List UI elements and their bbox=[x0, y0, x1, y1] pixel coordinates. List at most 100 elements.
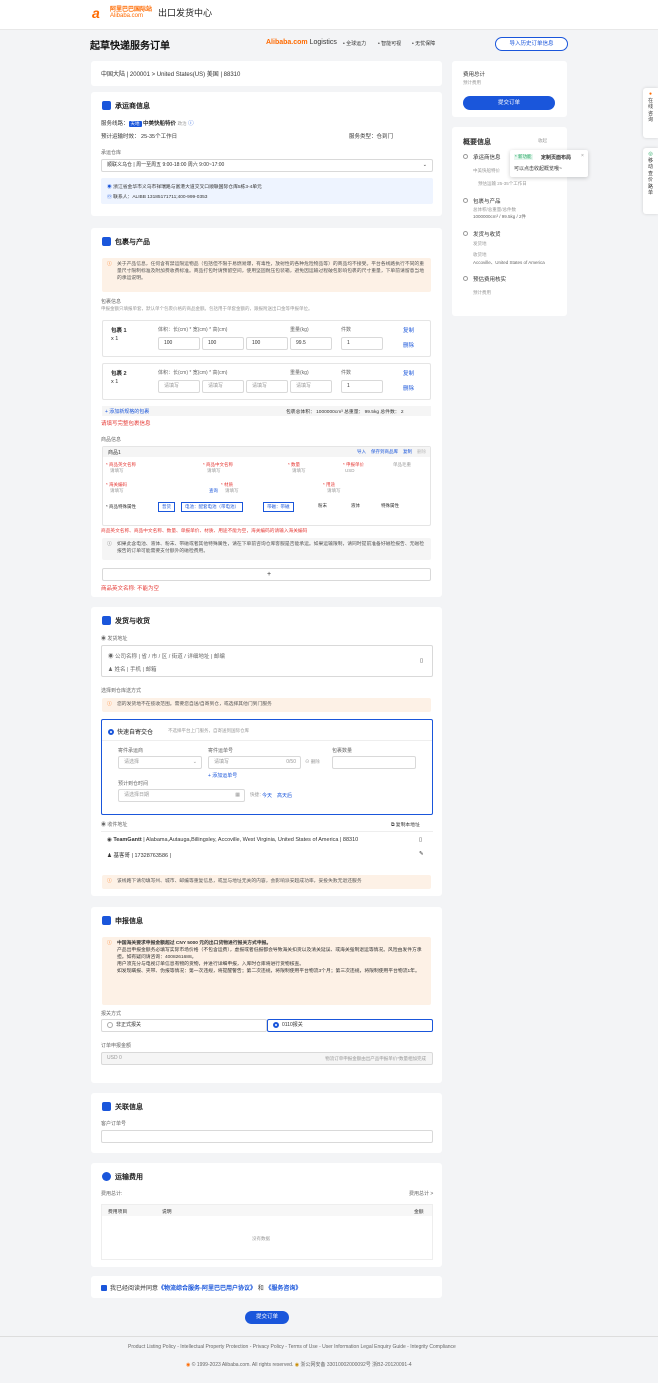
close-icon[interactable]: × bbox=[581, 153, 584, 159]
alibaba-logo[interactable]: a 阿里巴巴国际站 Alibaba.com 出口发货中心 bbox=[92, 6, 212, 20]
attr-powder[interactable]: 粉末 bbox=[315, 502, 330, 510]
address-book-icon[interactable]: ▯ bbox=[420, 658, 423, 664]
copy-package-button[interactable]: 复制 bbox=[403, 369, 414, 377]
attr-battery[interactable]: 电池：配套电池（带电池） bbox=[181, 502, 243, 512]
attr-magnetic[interactable]: 带磁：带磁 bbox=[263, 502, 294, 512]
edit-icon[interactable]: ✎ bbox=[419, 851, 424, 857]
right-submit-button[interactable]: 提交订单 bbox=[463, 96, 555, 110]
add-package-link[interactable]: + 添加新规格的包裹 bbox=[105, 408, 149, 415]
step-package[interactable]: 包裹与产品 bbox=[473, 197, 501, 205]
package-error: 请填写完整包裹信息 bbox=[101, 421, 151, 427]
tracking-input[interactable]: 请填写 0/50 bbox=[208, 756, 301, 769]
truck-icon bbox=[102, 616, 111, 625]
fee-summary-panel: 费用总计 预计费用 提交订单 bbox=[452, 61, 567, 117]
count-input[interactable]: 1 bbox=[341, 380, 383, 393]
weight-label: 重量(kg) bbox=[290, 370, 309, 376]
height-input[interactable]: 请填写 bbox=[246, 380, 288, 393]
height-input[interactable]: 100 bbox=[246, 337, 288, 350]
top-bar: a 阿里巴巴国际站 Alibaba.com 出口发货中心 bbox=[0, 0, 658, 30]
delete-package-button[interactable]: 删除 bbox=[403, 384, 414, 392]
package-name: 包裹 2 bbox=[111, 371, 127, 377]
warehouse-contact: ☏ 联系人：ALIBB 13185171711;400-999-0353 bbox=[107, 195, 208, 200]
courier-select[interactable]: 请选择 ⌄ bbox=[118, 756, 202, 769]
footer: Product Listing Policy - Intellectual Pr… bbox=[0, 1336, 658, 1383]
width-input[interactable]: 100 bbox=[202, 337, 244, 350]
width-input[interactable]: 请填写 bbox=[202, 380, 244, 393]
recipient: ♟ 基客哥 | 17328763586 | bbox=[107, 853, 172, 859]
footer-links[interactable]: Product Listing Policy - Intellectual Pr… bbox=[128, 1344, 456, 1350]
declare-title: 申报信息 bbox=[115, 918, 143, 925]
copy-address-link[interactable]: ⧉ 复制本地址 bbox=[391, 821, 420, 828]
unit-weight-label: 单品毛重 bbox=[393, 462, 411, 467]
import-history-button[interactable]: 导入历史订单信息 bbox=[495, 37, 568, 51]
hs-code-input[interactable]: 请填写 bbox=[110, 488, 124, 494]
step-shipping[interactable]: 发货与收货 bbox=[473, 230, 501, 238]
route-text: 中国大陆 | 200001 > United States(US) 美国 | 8… bbox=[101, 72, 241, 78]
after-days-link[interactable]: 高天后 bbox=[277, 792, 292, 799]
tooltip-title: 定制页面布局 bbox=[541, 155, 572, 161]
carrier-card: 承运商信息 服务线路： 天地 中美快船特价 政治 ⓘ 预计运输时效： 25-35个… bbox=[91, 92, 442, 216]
delete-tracking-icon[interactable]: ⊖ 删除 bbox=[305, 759, 320, 765]
online-consult-button[interactable]: ● 在线咨询 bbox=[643, 88, 658, 138]
step-package-line2: 1000000cm³ / 99.5kg / 2件 bbox=[473, 214, 527, 219]
declare-0110-radio[interactable]: 0110报关 bbox=[267, 1019, 433, 1032]
submit-order-button[interactable]: 提交订单 bbox=[245, 1311, 289, 1324]
delete-goods-link[interactable]: 删除 bbox=[417, 449, 426, 455]
count-label: 件数 bbox=[341, 327, 352, 333]
qty-input[interactable]: 请填写 bbox=[292, 468, 306, 474]
pkg-count-input[interactable] bbox=[332, 756, 416, 769]
save-goods-link[interactable]: 保存到商品库 bbox=[371, 449, 398, 455]
shipping-card: 发货与收货 ◉ 发货地址 ◉ 公司名称 | 省 / 市 / 区 / 街道 / 详… bbox=[91, 607, 442, 896]
attr-general[interactable]: 普货 bbox=[158, 502, 175, 512]
package-info-desc: 申报金额只填报单套，默认单个包裹价格的商品金额。包括用于单套金额的，跟报附送出口… bbox=[101, 306, 313, 311]
weight-input[interactable]: 99.5 bbox=[290, 337, 332, 350]
step-carrier[interactable]: 承运商信息 bbox=[473, 153, 501, 161]
amount-label: 订单申报金额 bbox=[101, 1043, 132, 1049]
warning-icon: ⓘ bbox=[107, 262, 112, 267]
copy-goods-link[interactable]: 复制 bbox=[403, 449, 412, 455]
hs-query-link[interactable]: 查询 bbox=[209, 488, 218, 494]
route-card: 中国大陆 | 200001 > United States(US) 美国 | 8… bbox=[91, 61, 442, 86]
warehouse-select[interactable]: 顺联义乌仓 | 周一至周五 9:00-18:00 周六 9:00~17:00 ⌄ bbox=[101, 159, 433, 172]
currency-select[interactable]: USD bbox=[345, 468, 355, 473]
package-title: 包裹与产品 bbox=[115, 239, 150, 246]
from-address-box[interactable]: ◉ 公司名称 | 省 / 市 / 区 / 街道 / 详细地址 | 邮编 ♟ 姓名… bbox=[101, 645, 433, 677]
address-book-icon[interactable]: ▯ bbox=[419, 837, 422, 843]
chat-icon: ● bbox=[648, 91, 653, 97]
material-input[interactable]: 请填写 bbox=[225, 488, 239, 494]
attr-liquid[interactable]: 液体 bbox=[348, 502, 363, 510]
customer-order-input[interactable] bbox=[101, 1130, 433, 1143]
package-row-2: 包裹 2 x 1 体积：长(cm) * 宽(cm) * 高(cm) 请填写 请填… bbox=[102, 363, 431, 400]
mobile-query-button[interactable]: ◎ 移动查价路单 bbox=[643, 148, 658, 214]
from-line1: ◉ 公司名称 | 省 / 市 / 区 / 街道 / 详细地址 | 邮编 bbox=[108, 654, 225, 660]
package-qty: x 1 bbox=[111, 336, 119, 342]
collapse-link[interactable]: 收起 bbox=[538, 138, 547, 144]
attr-special[interactable]: 特殊属性 bbox=[378, 502, 402, 510]
agree-text[interactable]: 我已经阅读并同意《物流综合服务-阿里巴巴用户协议》 和 《服务咨询》 bbox=[101, 1283, 301, 1292]
delete-package-button[interactable]: 删除 bbox=[403, 341, 414, 349]
self-ship-radio[interactable]: 快速自寄交仓 bbox=[108, 727, 153, 736]
weight-input[interactable]: 请填写 bbox=[290, 380, 332, 393]
self-ship-option[interactable]: 快速自寄交仓 不选择平台上门服务，自寄送到国际仓库 寄件承运商 请选择 ⌄ 寄件运… bbox=[101, 719, 433, 815]
copy-package-button[interactable]: 复制 bbox=[403, 326, 414, 334]
dim-label: 体积：长(cm) * 宽(cm) * 高(cm) bbox=[158, 370, 228, 376]
today-link[interactable]: 今天 bbox=[262, 792, 272, 799]
import-goods-link[interactable]: 导入 bbox=[357, 449, 366, 455]
declare-informal-radio[interactable]: 非正式报关 bbox=[101, 1019, 267, 1032]
arrival-date-picker[interactable]: 请选择日期 ▦ bbox=[118, 789, 245, 802]
en-name-input[interactable]: 请填写 bbox=[110, 468, 124, 474]
use-input[interactable]: 请填写 bbox=[327, 488, 341, 494]
length-input[interactable]: 100 bbox=[158, 337, 200, 350]
declare-notice: ⓘ 中国海关要求申报金额超过 CNY 5000 元的出口货物进行报关方式申报。 产品… bbox=[102, 937, 431, 1005]
warning-icon: ⓘ bbox=[107, 941, 112, 946]
fee-total-link[interactable]: 费用总计 > bbox=[409, 1190, 433, 1197]
cn-name-input[interactable]: 请填写 bbox=[207, 468, 221, 474]
length-input[interactable]: 请填写 bbox=[158, 380, 200, 393]
count-input[interactable]: 1 bbox=[341, 337, 383, 350]
add-goods-button[interactable]: + bbox=[102, 568, 431, 581]
warning-icon: ⓘ bbox=[107, 879, 112, 884]
step-fee[interactable]: 预估费用核实 bbox=[473, 275, 506, 283]
arrival-date-label: 预计到仓时间 bbox=[118, 781, 149, 787]
step-fee-line1: 预计费用 bbox=[473, 290, 491, 295]
add-tracking-link[interactable]: + 添加运单号 bbox=[208, 772, 237, 779]
